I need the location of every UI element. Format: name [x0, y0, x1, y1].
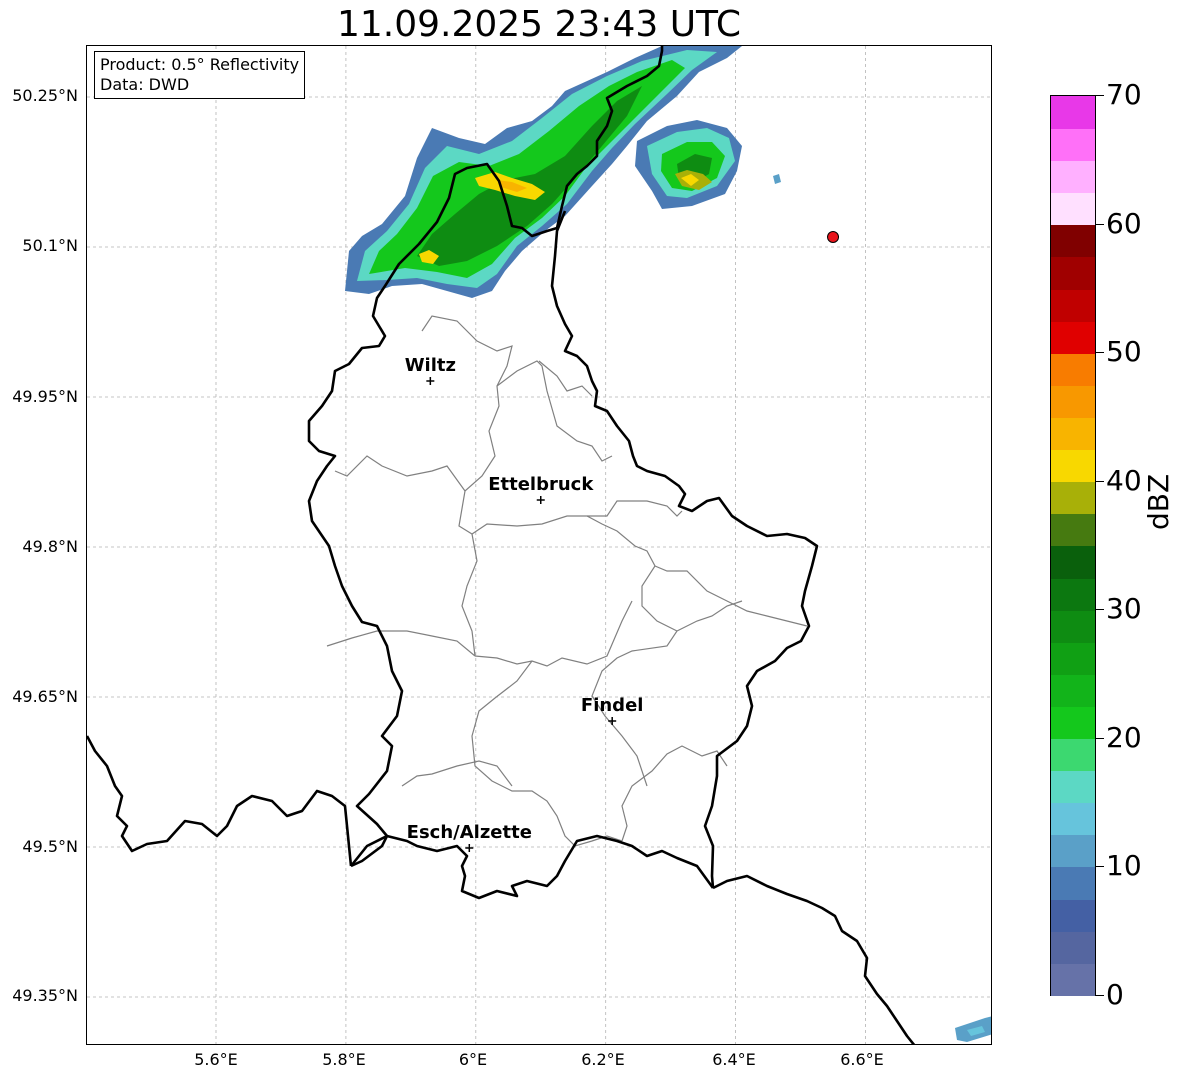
city-marker — [426, 377, 435, 385]
colorbar-segment — [1051, 545, 1095, 579]
colorbar-tick-label: 60 — [1106, 206, 1142, 240]
lat-tick-label: 49.95°N — [12, 387, 78, 406]
lat-tick-label: 49.5°N — [22, 837, 78, 856]
canton-line-capellen — [474, 600, 633, 667]
canton-line-east — [654, 565, 808, 627]
city-label: Wiltz — [405, 355, 456, 376]
city-ettelbruck: Ettelbruck — [488, 474, 594, 504]
colorbar-segment — [1051, 770, 1095, 804]
colorbar-segment — [1051, 96, 1095, 129]
lon-tick-label: 6°E — [458, 1050, 488, 1069]
colorbar-tick-label: 40 — [1106, 463, 1142, 497]
product-label: Product: 0.5° Reflectivity — [100, 55, 300, 74]
colorbar-segment — [1051, 256, 1095, 290]
colorbar-segment — [1051, 288, 1095, 322]
city-wiltz: Wiltz — [405, 355, 456, 385]
data-source-label: Data: DWD — [100, 75, 190, 94]
colorbar-tick-mark — [1096, 95, 1104, 96]
colorbar-segment — [1051, 962, 1095, 996]
colorbar-tick-label: 20 — [1106, 720, 1142, 754]
colorbar-segment — [1051, 352, 1095, 386]
lon-tick-label: 6.6°E — [840, 1050, 884, 1069]
map-panel: Wiltz Ettelbruck Findel Esch/Alzette — [86, 45, 992, 1045]
canton-line-southeast — [676, 600, 743, 632]
map-title: 11.09.2025 23:43 UTC — [336, 4, 742, 45]
colorbar-segment — [1051, 160, 1095, 194]
colorbar-segment — [1051, 384, 1095, 418]
city-label: Findel — [581, 695, 644, 716]
colorbar-segment — [1051, 449, 1095, 483]
lat-tick-label: 50.25°N — [12, 86, 78, 105]
dbz-colorbar — [1050, 95, 1096, 996]
lon-tick-label: 5.6°E — [194, 1050, 238, 1069]
canton-line-diekirch — [458, 490, 678, 632]
colorbar-tick-mark — [1096, 995, 1104, 996]
city-marker — [608, 717, 617, 725]
colorbar-segment — [1051, 866, 1095, 900]
border-luxembourg-south — [349, 834, 715, 900]
radar-site-marker — [827, 231, 840, 243]
colorbar-segment — [1051, 706, 1095, 740]
canton-line-remich — [621, 745, 728, 842]
lat-tick-label: 49.65°N — [12, 687, 78, 706]
lat-tick-label: 49.8°N — [22, 537, 78, 556]
lon-tick-label: 6.2°E — [581, 1050, 625, 1069]
radar-map: Wiltz Ettelbruck Findel Esch/Alzette — [87, 46, 991, 1044]
border-germany-southeast — [712, 874, 916, 1044]
city-label: Esch/Alzette — [407, 822, 532, 843]
echo-speck-east — [773, 174, 781, 184]
colorbar-segment — [1051, 738, 1095, 772]
lat-tick-label: 49.35°N — [12, 986, 78, 1005]
colorbar-tick-mark — [1096, 223, 1104, 225]
colorbar-tick-label: 30 — [1106, 592, 1142, 626]
reflectivity-echoes — [345, 46, 991, 1042]
colorbar-tick-mark — [1096, 737, 1104, 739]
border-luxembourg-east — [550, 210, 819, 889]
colorbar-segment — [1051, 577, 1095, 611]
city-findel: Findel — [581, 695, 644, 725]
canton-line-wiltz-east — [496, 360, 613, 462]
colorbar-tick-label: 10 — [1106, 849, 1142, 883]
canton-boundaries — [326, 315, 808, 847]
colorbar-segment — [1051, 481, 1095, 515]
border-france-belgium — [87, 735, 353, 867]
canton-line-echternach — [587, 500, 683, 517]
colorbar-tick-mark — [1096, 866, 1104, 868]
colorbar-tick-label: 70 — [1106, 78, 1142, 111]
city-label: Ettelbruck — [488, 474, 594, 495]
colorbar-segment — [1051, 320, 1095, 354]
colorbar-tick-mark — [1096, 352, 1104, 354]
lon-tick-label: 6.4°E — [712, 1050, 756, 1069]
colorbar-segment — [1051, 673, 1095, 707]
colorbar-segment — [1051, 802, 1095, 836]
colorbar-tick-label: 0 — [1106, 978, 1124, 1011]
colorbar-segment — [1051, 128, 1095, 162]
colorbar-segment — [1051, 834, 1095, 868]
colorbar-segment — [1051, 513, 1095, 547]
colorbar-segment — [1051, 898, 1095, 932]
city-markers: Wiltz Ettelbruck Findel Esch/Alzette — [405, 355, 644, 852]
colorbar-tick-mark — [1096, 609, 1104, 611]
lat-tick-label: 50.1°N — [22, 236, 78, 255]
canton-line-mersch — [461, 533, 478, 657]
colorbar-segment — [1051, 224, 1095, 258]
canton-line-mid-west — [326, 630, 476, 657]
canton-line-luxembourg — [471, 660, 623, 847]
colorbar-tick-mark — [1096, 480, 1104, 482]
colorbar-unit-label: dBZ — [1142, 473, 1175, 530]
colorbar-segment — [1051, 930, 1095, 964]
city-marker — [465, 844, 474, 852]
colorbar-segment — [1051, 609, 1095, 643]
colorbar-segment — [1051, 417, 1095, 451]
colorbar-segment — [1051, 641, 1095, 675]
city-marker — [536, 496, 545, 504]
colorbar-tick-label: 50 — [1106, 335, 1142, 369]
colorbar-segment — [1051, 192, 1095, 226]
lon-tick-label: 5.8°E — [322, 1050, 366, 1069]
product-info-box: Product: 0.5° Reflectivity Data: DWD — [94, 51, 306, 99]
canton-line-north — [334, 315, 513, 492]
